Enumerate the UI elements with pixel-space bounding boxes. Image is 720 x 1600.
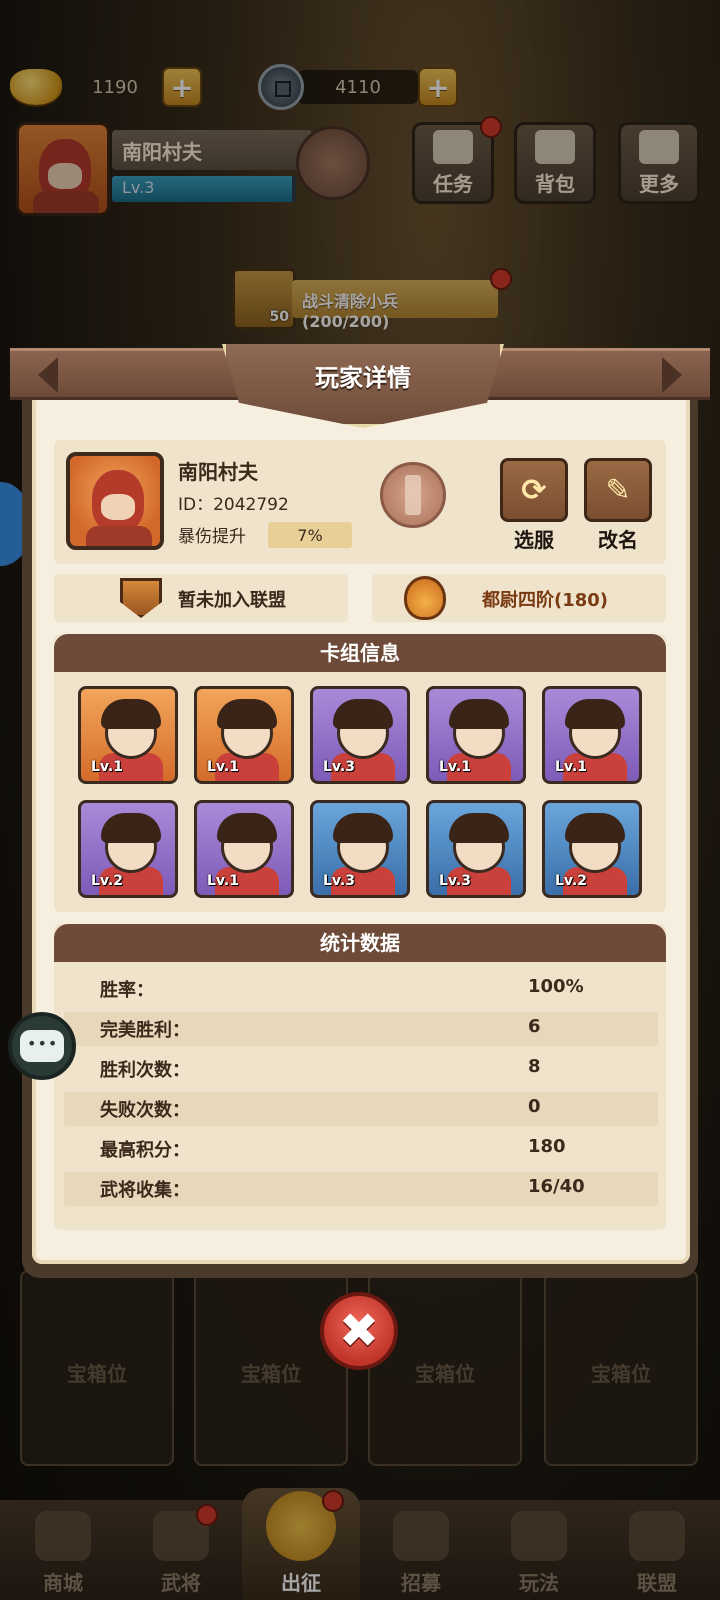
stat-row: 胜率： 100% (64, 972, 658, 1006)
hero-level: Lv.1 (207, 873, 239, 889)
stat-row: 完美胜利： 6 (64, 1012, 658, 1046)
hero-hair (449, 699, 509, 729)
hero-level: Lv.3 (323, 873, 355, 889)
hero-card[interactable]: Lv.2 (78, 800, 178, 898)
stat-label: 完美胜利： (100, 1020, 190, 1041)
rank-text: 都尉四阶(180) (482, 590, 609, 611)
player-name: 南阳村夫 (178, 460, 258, 484)
rename-label: 改名 (598, 528, 638, 552)
stat-value: 16/40 (528, 1176, 585, 1197)
refresh-icon: ⟳ (521, 472, 547, 508)
close-button[interactable]: ✖ (320, 1292, 398, 1370)
hero-card[interactable]: Lv.1 (78, 686, 178, 784)
player-id: ID：2042792 (178, 495, 289, 515)
stat-row: 武将收集： 16/40 (64, 1172, 658, 1206)
hero-card[interactable]: Lv.1 (194, 686, 294, 784)
hero-hair (333, 699, 393, 729)
chat-button[interactable] (8, 1012, 76, 1080)
pouch-icon (404, 576, 446, 620)
hero-card[interactable]: Lv.3 (310, 686, 410, 784)
modal-title: 玩家详情 (315, 364, 411, 392)
player-avatar (66, 452, 164, 550)
stat-value: 8 (528, 1056, 541, 1077)
hero-level: Lv.1 (207, 759, 239, 775)
stat-label: 最高积分： (100, 1140, 190, 1161)
hero-level: Lv.1 (91, 759, 123, 775)
stat-value: 100% (528, 976, 584, 997)
crit-bonus-value: 7% (268, 522, 352, 548)
crit-bonus-label: 暴伤提升 (178, 527, 246, 547)
stat-row: 胜利次数： 8 (64, 1052, 658, 1086)
stat-value: 0 (528, 1096, 541, 1117)
stat-label: 胜率： (100, 980, 154, 1001)
hero-card[interactable]: Lv.3 (310, 800, 410, 898)
alliance-status: 暂未加入联盟 (178, 590, 286, 611)
hero-card[interactable]: Lv.1 (542, 686, 642, 784)
pencil-icon: ✎ (605, 472, 631, 508)
stat-row: 最高积分： 180 (64, 1132, 658, 1166)
hero-hair (217, 699, 277, 729)
stat-value: 180 (528, 1136, 566, 1157)
hero-level: Lv.2 (555, 873, 587, 889)
stat-label: 失败次数： (100, 1100, 190, 1121)
deck-title: 卡组信息 (54, 634, 666, 672)
hero-level: Lv.1 (439, 759, 471, 775)
hero-hair (217, 813, 277, 843)
switch-server-label: 选服 (514, 528, 554, 552)
stat-row: 失败次数： 0 (64, 1092, 658, 1126)
hero-card[interactable]: Lv.1 (194, 800, 294, 898)
hero-hair (333, 813, 393, 843)
hero-card[interactable]: Lv.1 (426, 686, 526, 784)
hero-level: Lv.2 (91, 873, 123, 889)
stat-label: 胜利次数： (100, 1060, 190, 1081)
hero-level: Lv.3 (323, 759, 355, 775)
hero-hair (449, 813, 509, 843)
hero-hair (565, 813, 625, 843)
hero-card[interactable]: Lv.2 (542, 800, 642, 898)
chat-bubble-icon (20, 1030, 64, 1062)
hero-level: Lv.3 (439, 873, 471, 889)
hero-level: Lv.1 (555, 759, 587, 775)
hero-card[interactable]: Lv.3 (426, 800, 526, 898)
hero-hair (101, 699, 161, 729)
stat-label: 武将收集： (100, 1180, 190, 1201)
stat-value: 6 (528, 1016, 541, 1037)
hero-hair (565, 699, 625, 729)
switch-server-button[interactable]: ⟳ (500, 458, 568, 522)
rank-emblem-icon (380, 462, 446, 528)
hero-hair (101, 813, 161, 843)
stats-title: 统计数据 (54, 924, 666, 962)
rename-button[interactable]: ✎ (584, 458, 652, 522)
